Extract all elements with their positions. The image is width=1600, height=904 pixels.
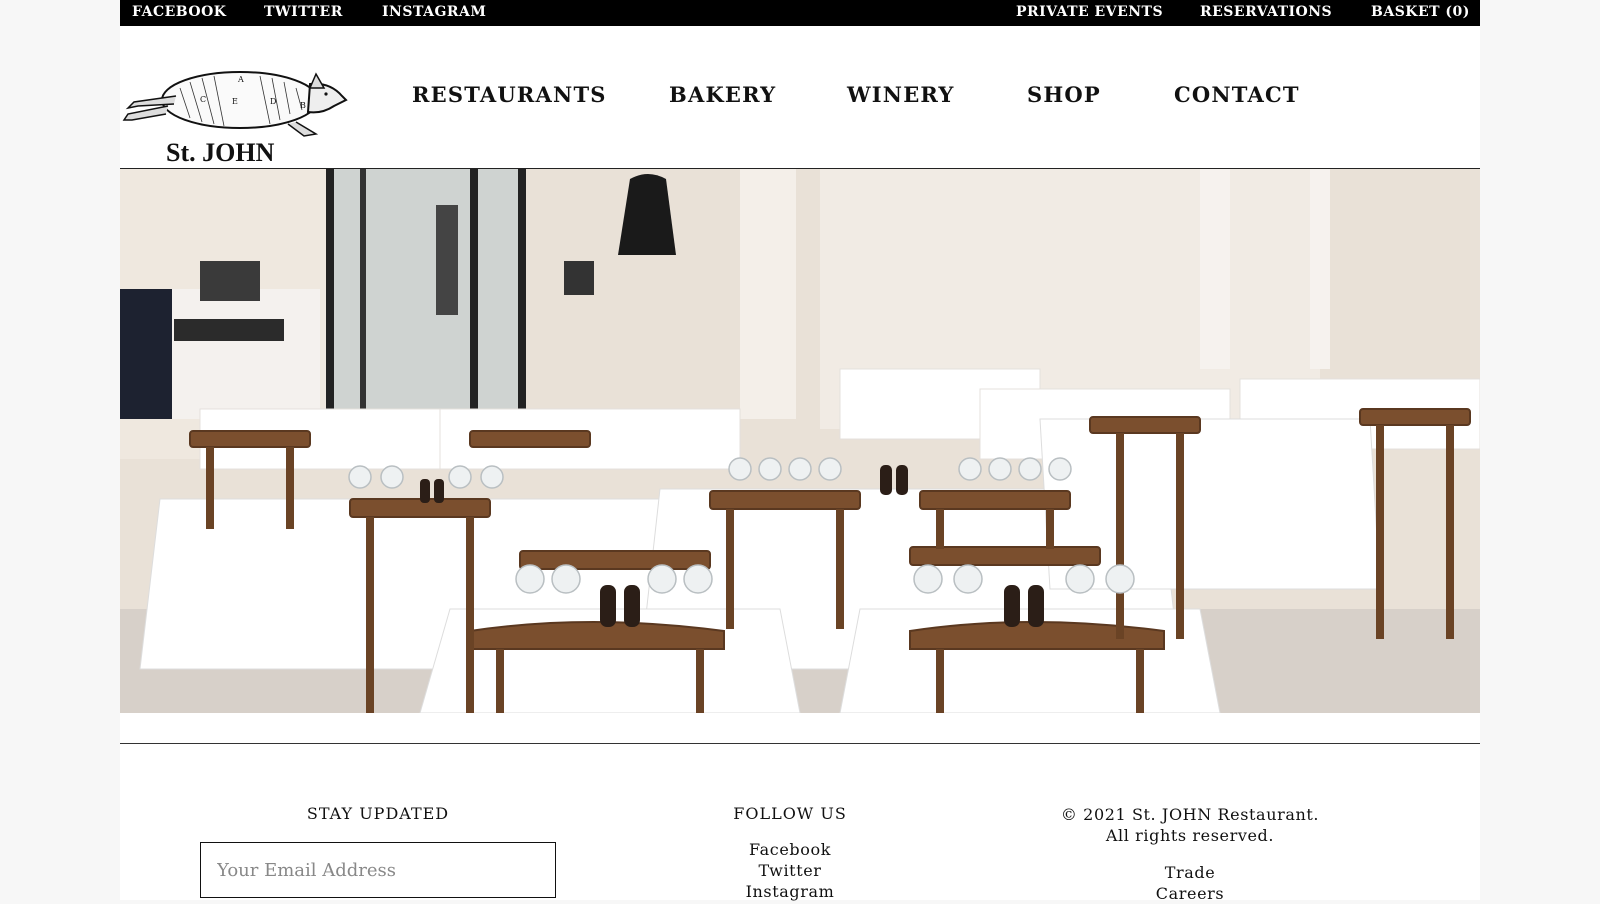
svg-text:E: E [232,97,238,106]
logo-text: St. JOHN [166,138,275,167]
stay-updated-section: STAY UPDATED [200,804,556,839]
copyright-line-2: All rights reserved. [1105,826,1275,845]
footer-link-twitter[interactable]: Twitter [660,860,920,881]
logo[interactable]: A C E D B St. JOHN [120,48,350,167]
footer-link-facebook[interactable]: Facebook [660,839,920,860]
stay-updated-heading: STAY UPDATED [306,804,450,823]
copyright-line-1: © 2021 St. JOHN Restaurant. [1060,805,1320,824]
footer-link-trade[interactable]: Trade [1040,862,1340,883]
hero-image [120,169,1480,713]
top-link-facebook[interactable]: FACEBOOK [132,4,226,20]
top-link-twitter[interactable]: TWITTER [264,4,343,20]
nav-contact[interactable]: CONTACT [1174,82,1300,107]
legal-section: © 2021 St. JOHN Restaurant. All rights r… [1040,804,1340,904]
nav-restaurants[interactable]: RESTAURANTS [412,82,607,107]
svg-text:A: A [237,75,244,84]
page: FACEBOOK TWITTER INSTAGRAM PRIVATE EVENT… [120,0,1480,903]
footer-divider [120,743,1480,744]
svg-text:B: B [300,101,306,110]
nav-winery[interactable]: WINERY [847,82,955,107]
follow-us-section: FOLLOW US Facebook Twitter Instagram [660,804,920,902]
svg-text:C: C [200,95,206,104]
nav-shop[interactable]: SHOP [1027,82,1101,107]
email-input[interactable] [200,842,556,898]
top-link-instagram[interactable]: INSTAGRAM [382,4,486,20]
top-link-private-events[interactable]: PRIVATE EVENTS [1016,4,1163,20]
svg-text:D: D [270,97,276,106]
footer-link-careers[interactable]: Careers [1040,883,1340,904]
footer-link-instagram[interactable]: Instagram [660,881,920,902]
top-link-reservations[interactable]: RESERVATIONS [1200,4,1332,20]
site-header: A C E D B St. JOHN RESTAURANTS BAKERY WINER… [120,26,1480,169]
top-utility-bar: FACEBOOK TWITTER INSTAGRAM PRIVATE EVENT… [120,0,1480,26]
follow-us-heading: FOLLOW US [733,804,847,823]
dining-room-photo [120,169,1480,713]
pig-engraving-icon: A C E D B [122,71,348,137]
nav-bakery[interactable]: BAKERY [669,82,776,107]
basket-link[interactable]: BASKET (0) [1371,4,1470,20]
